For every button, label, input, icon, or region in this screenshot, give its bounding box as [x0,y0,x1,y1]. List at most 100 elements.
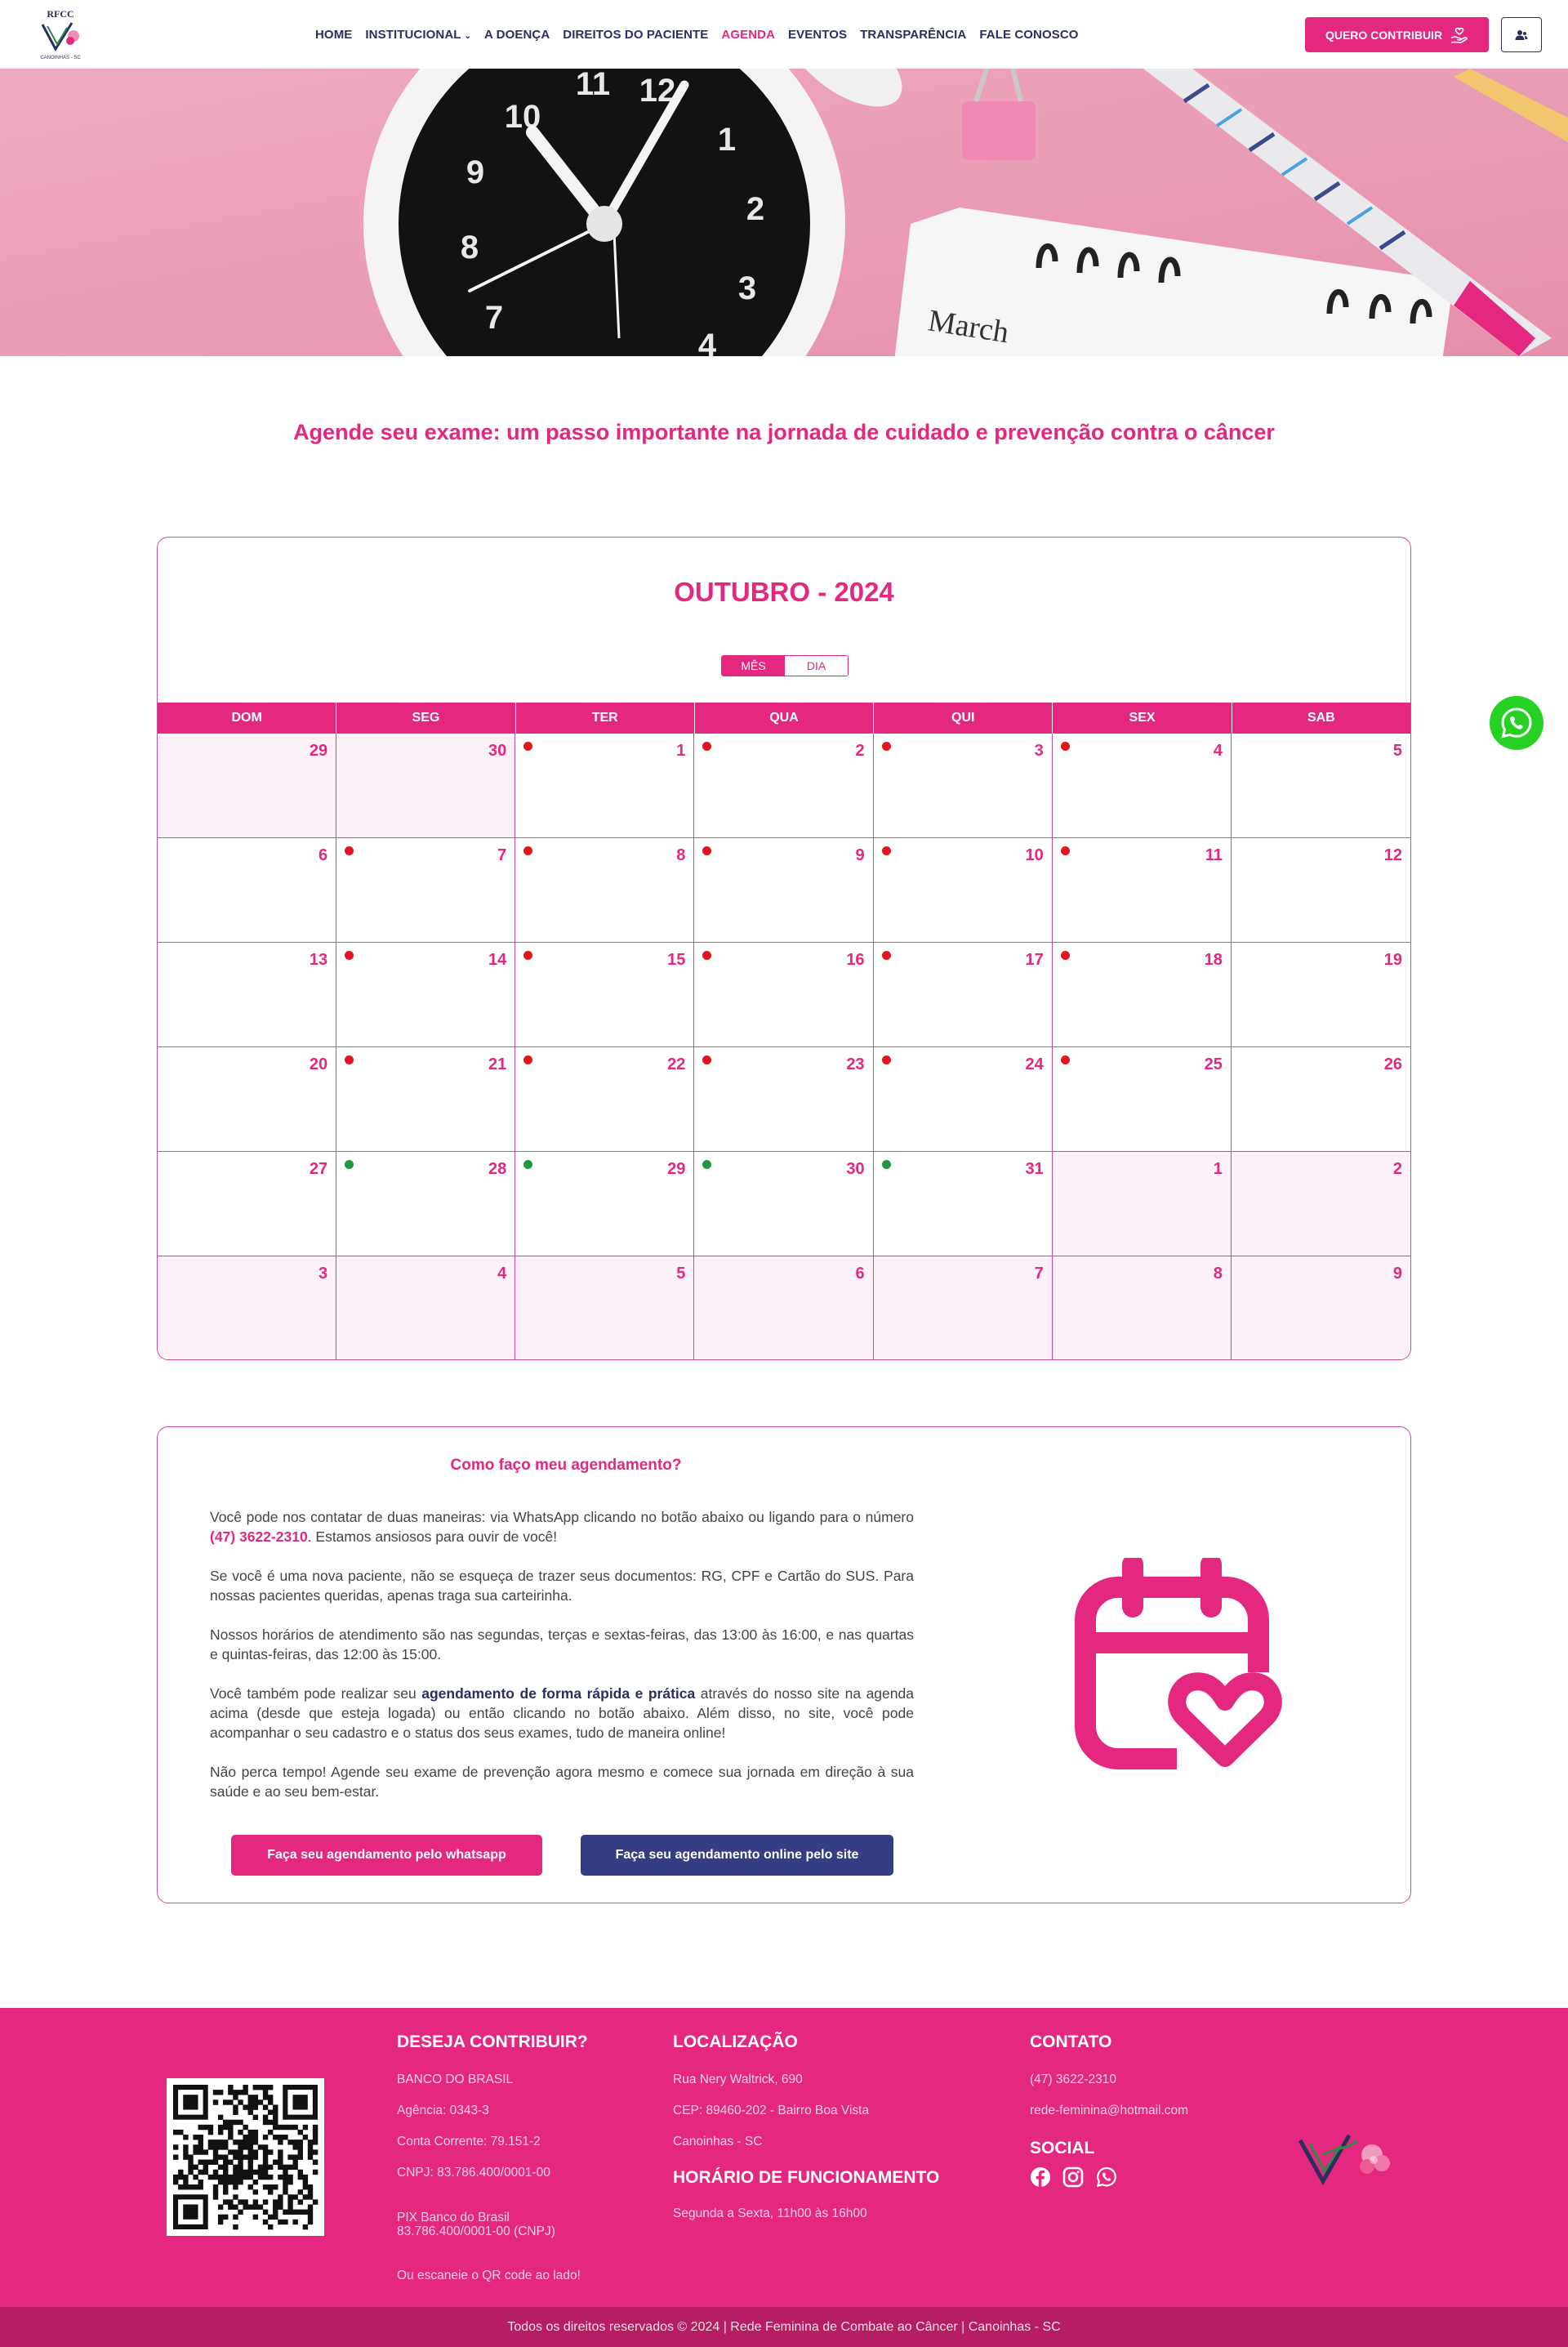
whatsapp-icon [1501,707,1532,738]
footer-rfcc-logo [1298,2134,1390,2186]
nav-item-direitos-do-paciente[interactable]: DIREITOS DO PACIENTE [563,28,708,42]
nav-item-agenda[interactable]: AGENDA [721,28,775,42]
svg-text:7: 7 [485,300,503,336]
calendar-day-cell[interactable]: 8 [515,838,695,943]
nav-item-home[interactable]: HOME [315,28,352,42]
nav-item-fale-conosco[interactable]: FALE CONOSCO [979,28,1078,42]
schedule-online-button[interactable]: Faça seu agendamento online pelo site [581,1835,893,1876]
calendar-day-cell[interactable]: 24 [873,1047,1053,1152]
whatsapp-float-button[interactable] [1490,696,1544,750]
calendar-day-cell[interactable]: 2 [1231,1152,1410,1256]
calendar-day-cell[interactable]: 5 [515,1256,695,1359]
availability-dot-red [523,1055,533,1064]
calendar-day-number: 26 [1383,1055,1402,1073]
svg-text:2: 2 [746,191,764,227]
info-paragraph-online: Você também pode realizar seu agendament… [210,1685,914,1741]
footer-contact-column: CONTATO (47) 3622-2310 rede-feminina@hot… [1030,2032,1275,2192]
availability-dot-red [702,742,712,751]
availability-dot-red [702,951,712,960]
view-day-button[interactable]: DIA [785,656,848,676]
facebook-icon[interactable] [1030,2166,1051,2188]
footer-agency: Agência: 0343-3 [397,2104,489,2117]
calendar-day-cell[interactable]: 29 [158,734,337,838]
calendar-day-cell[interactable]: 16 [694,943,874,1047]
calendar-day-cell[interactable]: 26 [1231,1047,1410,1152]
calendar-day-number: 3 [1034,742,1044,760]
calendar-day-cell[interactable]: 3 [158,1256,337,1359]
calendar-day-cell[interactable]: 4 [336,1256,516,1359]
svg-text:11: 11 [576,69,610,102]
weekday-header-ter: TER [516,703,695,734]
calendar-day-cell[interactable]: 7 [873,1256,1053,1359]
calendar-day-cell[interactable]: 17 [873,943,1053,1047]
calendar-day-cell[interactable]: 6 [694,1256,874,1359]
online-scheduling-highlight: agendamento de forma rápida e prática [421,1685,696,1702]
nav-item-a-doen-a[interactable]: A DOENÇA [484,28,550,42]
calendar-day-cell[interactable]: 13 [158,943,337,1047]
calendar-day-number: 9 [1392,1265,1402,1283]
nav-item-transpar-ncia[interactable]: TRANSPARÊNCIA [860,28,966,42]
footer-pix-line2: 83.786.400/0001-00 (CNPJ) [397,2224,555,2238]
calendar-day-cell[interactable]: 11 [1052,838,1232,943]
footer-email[interactable]: rede-feminina@hotmail.com [1030,2103,1275,2119]
whatsapp-icon[interactable] [1096,2166,1117,2188]
calendar-day-cell[interactable]: 12 [1231,838,1410,943]
calendar-day-number: 16 [846,951,865,969]
calendar-day-cell[interactable]: 3 [873,734,1053,838]
calendar-day-number: 1 [676,742,686,760]
calendar-day-cell[interactable]: 19 [1231,943,1410,1047]
calendar-day-cell[interactable]: 9 [1231,1256,1410,1359]
availability-dot-red [523,951,533,960]
calendar-day-cell[interactable]: 1 [1052,1152,1232,1256]
calendar-day-cell[interactable]: 20 [158,1047,337,1152]
nav-item-institucional[interactable]: INSTITUCIONAL ⌄ [365,28,471,42]
calendar-day-cell[interactable]: 23 [694,1047,874,1152]
calendar-day-cell[interactable]: 6 [158,838,337,943]
rfcc-logo[interactable]: RFCC CANOINHAS - SC [34,7,87,62]
footer-phone[interactable]: (47) 3622-2310 [1030,2072,1275,2088]
calendar-day-cell[interactable]: 4 [1052,734,1232,838]
calendar-day-cell[interactable]: 25 [1052,1047,1232,1152]
calendar-day-number: 21 [488,1055,507,1073]
calendar-day-cell[interactable]: 18 [1052,943,1232,1047]
calendar-day-cell[interactable]: 28 [336,1152,516,1256]
calendar-day-cell[interactable]: 14 [336,943,516,1047]
svg-text:8: 8 [461,230,479,265]
svg-text:1: 1 [718,122,736,158]
availability-dot-red [1060,1055,1070,1064]
main-menu: HOME INSTITUCIONAL ⌄ A DOENÇA DIREITOS DO PA… [315,0,1079,69]
calendar-day-number: 29 [667,1160,686,1178]
footer-qr-note: Ou escaneie o QR code ao lado! [397,2269,581,2282]
calendar-day-cell[interactable]: 7 [336,838,516,943]
calendar-day-number: 10 [1025,846,1044,864]
nav-item-eventos[interactable]: EVENTOS [788,28,847,42]
availability-dot-red [702,1055,712,1064]
calendar-day-number: 19 [1383,951,1402,969]
calendar-day-cell[interactable]: 31 [873,1152,1053,1256]
calendar-day-cell[interactable]: 15 [515,943,695,1047]
calendar-day-cell[interactable]: 5 [1231,734,1410,838]
view-month-button[interactable]: MÊS [722,656,785,676]
calendar-day-cell[interactable]: 29 [515,1152,695,1256]
calendar-day-cell[interactable]: 2 [694,734,874,838]
calendar-day-cell[interactable]: 21 [336,1047,516,1152]
calendar-day-cell[interactable]: 27 [158,1152,337,1256]
calendar-day-cell[interactable]: 30 [694,1152,874,1256]
calendar-day-number: 3 [318,1265,328,1283]
calendar-day-cell[interactable]: 9 [694,838,874,943]
appointments-calendar: OUTUBRO - 2024 MÊS DIA DOM SEG TER QUA QUI SE… [157,537,1411,1360]
contribute-button[interactable]: QUERO CONTRIBUIR [1305,17,1489,52]
user-account-button[interactable] [1501,17,1542,52]
schedule-whatsapp-button[interactable]: Faça seu agendamento pelo whatsapp [231,1835,542,1876]
calendar-day-cell[interactable]: 10 [873,838,1053,943]
calendar-day-number: 5 [1392,742,1402,760]
calendar-day-number: 4 [1213,742,1223,760]
calendar-day-cell[interactable]: 8 [1052,1256,1232,1359]
calendar-day-cell[interactable]: 22 [515,1047,695,1152]
instagram-icon[interactable] [1062,2166,1084,2188]
weekday-header-seg: SEG [336,703,516,734]
calendar-day-number: 8 [1213,1265,1223,1283]
calendar-day-cell[interactable]: 1 [515,734,695,838]
calendar-day-cell[interactable]: 30 [336,734,516,838]
info-paragraph-documents: Se você é uma nova paciente, não se esqu… [210,1568,914,1604]
